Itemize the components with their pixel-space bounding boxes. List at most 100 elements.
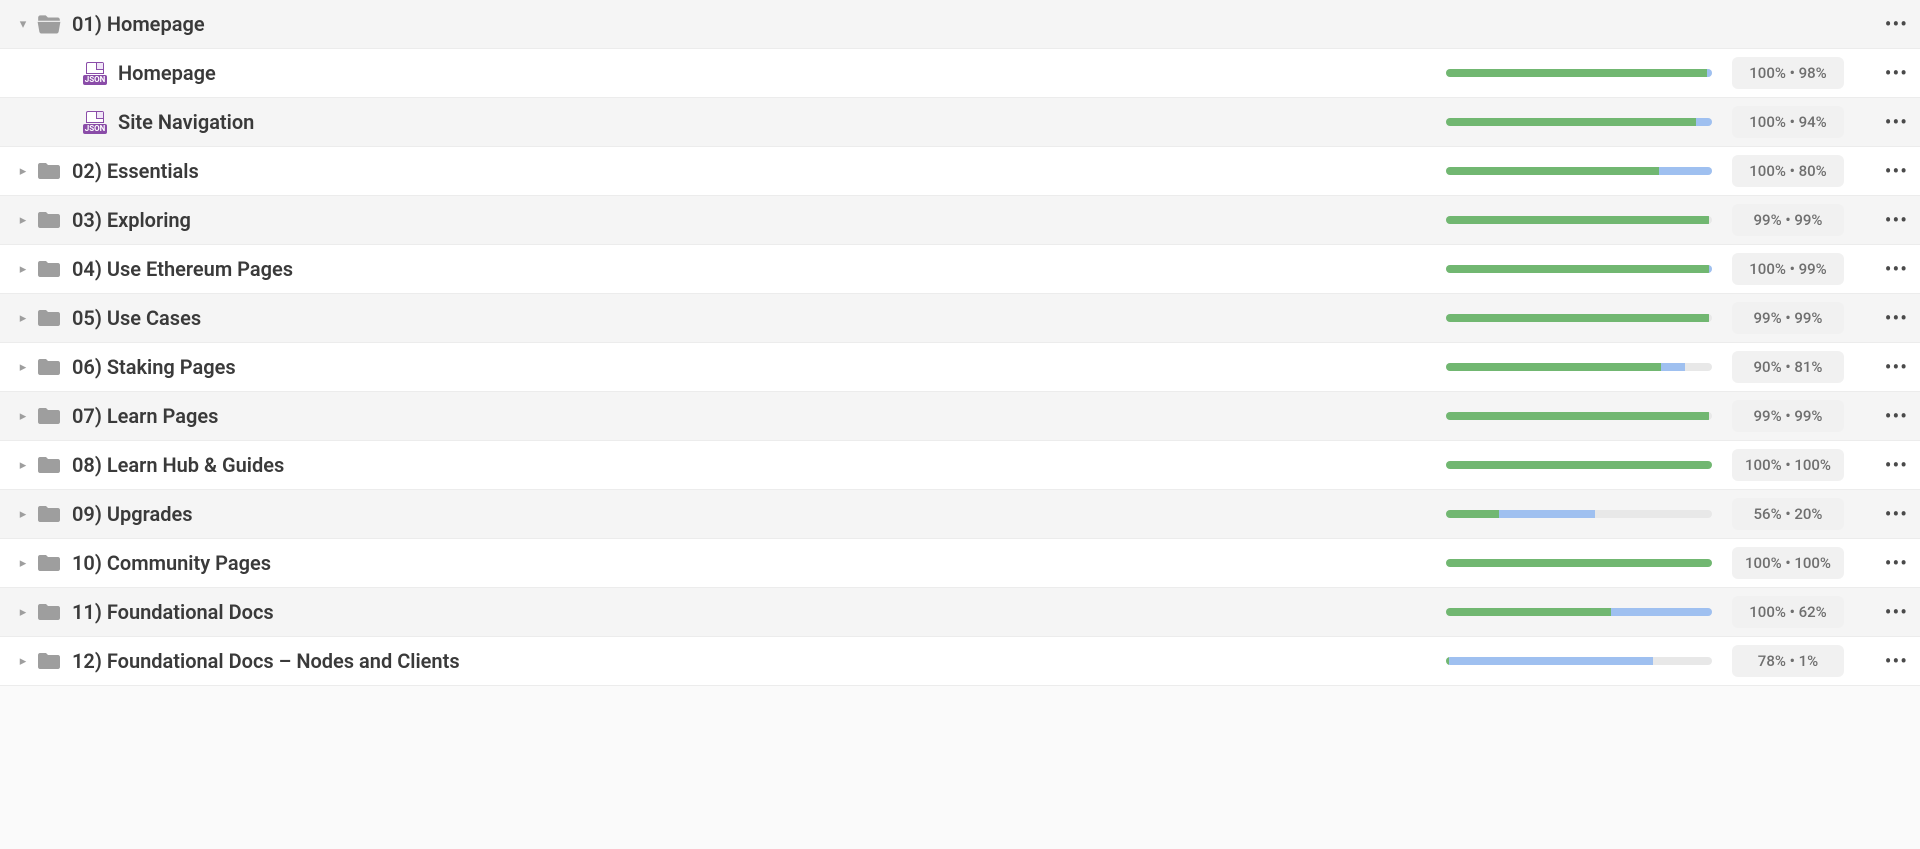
progress-translated: [1709, 265, 1712, 273]
progress-approved: [1446, 118, 1696, 126]
progress-badge: 99% • 99%: [1732, 204, 1844, 236]
progress-badge: 100% • 99%: [1732, 253, 1844, 285]
more-menu-icon[interactable]: •••: [1868, 110, 1908, 134]
more-menu-icon[interactable]: •••: [1868, 12, 1908, 36]
item-name[interactable]: 06) Staking Pages: [72, 355, 1446, 379]
progress-approved: [1446, 461, 1712, 469]
item-name[interactable]: 08) Learn Hub & Guides: [72, 453, 1446, 477]
progress-bar: [1446, 265, 1712, 273]
progress-bar: [1446, 314, 1712, 322]
progress-translated: [1659, 167, 1712, 175]
more-menu-icon[interactable]: •••: [1868, 306, 1908, 330]
chevron-right-icon[interactable]: ▸: [14, 507, 32, 522]
chevron-right-icon[interactable]: ▸: [14, 605, 32, 620]
progress-badge: 100% • 80%: [1732, 155, 1844, 187]
folder-row[interactable]: ▸07) Learn Pages99% • 99%•••: [0, 392, 1920, 441]
folder-icon: [36, 210, 62, 230]
more-menu-icon[interactable]: •••: [1868, 502, 1908, 526]
progress-bar: [1446, 412, 1712, 420]
more-menu-icon[interactable]: •••: [1868, 453, 1908, 477]
progress-approved: [1446, 216, 1709, 224]
progress-bar: [1446, 216, 1712, 224]
progress-badge: 99% • 99%: [1732, 302, 1844, 334]
item-name[interactable]: 09) Upgrades: [72, 502, 1446, 526]
folder-icon: [36, 651, 62, 671]
more-menu-icon[interactable]: •••: [1868, 404, 1908, 428]
item-name[interactable]: 05) Use Cases: [72, 306, 1446, 330]
progress-badge: 56% • 20%: [1732, 498, 1844, 530]
item-name[interactable]: Site Navigation: [118, 110, 1446, 134]
progress-approved: [1446, 265, 1709, 273]
folder-icon: [36, 161, 62, 181]
progress-translated: [1661, 363, 1685, 371]
progress-badge: 100% • 98%: [1732, 57, 1844, 89]
more-menu-icon[interactable]: •••: [1868, 208, 1908, 232]
folder-icon: [36, 308, 62, 328]
more-menu-icon[interactable]: •••: [1868, 257, 1908, 281]
folder-row[interactable]: ▸ 05) Use Cases 99% • 99% •••: [0, 294, 1920, 343]
chevron-right-icon[interactable]: ▸: [14, 409, 32, 424]
folder-row[interactable]: ▸ 06) Staking Pages 90% • 81% •••: [0, 343, 1920, 392]
progress-bar: [1446, 608, 1712, 616]
progress-approved: [1446, 412, 1709, 420]
folder-row[interactable]: ▸ 12) Foundational Docs – Nodes and Clien…: [0, 637, 1920, 686]
chevron-right-icon[interactable]: ▸: [14, 213, 32, 228]
folder-icon: [36, 259, 62, 279]
file-row[interactable]: JSON Homepage 100% • 98% •••: [0, 49, 1920, 98]
progress-badge: 78% • 1%: [1732, 645, 1844, 677]
folder-icon: [36, 406, 62, 426]
more-menu-icon[interactable]: •••: [1868, 61, 1908, 85]
more-menu-icon[interactable]: •••: [1868, 355, 1908, 379]
progress-badge: 100% • 100%: [1732, 547, 1844, 579]
folder-row[interactable]: ▸ 09) Upgrades 56% • 20% •••: [0, 490, 1920, 539]
more-menu-icon[interactable]: •••: [1868, 600, 1908, 624]
progress-translated: [1499, 510, 1595, 518]
file-row[interactable]: JSONSite Navigation100% • 94%•••: [0, 98, 1920, 147]
json-file-icon: JSON: [82, 60, 108, 86]
progress-translated: [1696, 118, 1712, 126]
item-name[interactable]: 02) Essentials: [72, 159, 1446, 183]
folder-row[interactable]: ▸ 03) Exploring 99% • 99% •••: [0, 196, 1920, 245]
item-name[interactable]: 01) Homepage: [72, 12, 1446, 36]
item-name[interactable]: 11) Foundational Docs: [72, 600, 1446, 624]
chevron-right-icon[interactable]: ▸: [14, 360, 32, 375]
progress-translated: [1707, 69, 1712, 77]
more-menu-icon[interactable]: •••: [1868, 649, 1908, 673]
progress-bar: [1446, 510, 1712, 518]
item-name[interactable]: Homepage: [118, 61, 1446, 85]
item-name[interactable]: 10) Community Pages: [72, 551, 1446, 575]
chevron-down-icon[interactable]: ▾: [14, 17, 32, 32]
folder-icon: [36, 504, 62, 524]
progress-approved: [1446, 510, 1499, 518]
item-name[interactable]: 07) Learn Pages: [72, 404, 1446, 428]
folder-row[interactable]: ▸ 11) Foundational Docs 100% • 62% •••: [0, 588, 1920, 637]
progress-badge: 90% • 81%: [1732, 351, 1844, 383]
progress-approved: [1446, 314, 1709, 322]
folder-row[interactable]: ▸ 08) Learn Hub & Guides 100% • 100% •••: [0, 441, 1920, 490]
folder-row[interactable]: ▾ 01) Homepage •••: [0, 0, 1920, 49]
folder-row[interactable]: ▸ 04) Use Ethereum Pages 100% • 99% •••: [0, 245, 1920, 294]
progress-badge: 100% • 100%: [1732, 449, 1844, 481]
chevron-right-icon[interactable]: ▸: [14, 458, 32, 473]
chevron-right-icon[interactable]: ▸: [14, 164, 32, 179]
item-name[interactable]: 12) Foundational Docs – Nodes and Client…: [72, 649, 1446, 673]
translation-tree: ▾ 01) Homepage ••• JSON Homepage 100% • 98% ••…: [0, 0, 1920, 686]
chevron-right-icon[interactable]: ▸: [14, 654, 32, 669]
progress-approved: [1446, 363, 1661, 371]
progress-translated: [1449, 657, 1654, 665]
progress-badge: 100% • 62%: [1732, 596, 1844, 628]
folder-row[interactable]: ▸ 10) Community Pages 100% • 100% •••: [0, 539, 1920, 588]
chevron-right-icon[interactable]: ▸: [14, 556, 32, 571]
item-name[interactable]: 03) Exploring: [72, 208, 1446, 232]
progress-badge: 100% • 94%: [1732, 106, 1844, 138]
progress-approved: [1446, 608, 1611, 616]
item-name[interactable]: 04) Use Ethereum Pages: [72, 257, 1446, 281]
more-menu-icon[interactable]: •••: [1868, 159, 1908, 183]
more-menu-icon[interactable]: •••: [1868, 551, 1908, 575]
progress-bar: [1446, 657, 1712, 665]
progress-approved: [1446, 559, 1712, 567]
chevron-right-icon[interactable]: ▸: [14, 311, 32, 326]
chevron-right-icon[interactable]: ▸: [14, 262, 32, 277]
folder-row[interactable]: ▸ 02) Essentials 100% • 80% •••: [0, 147, 1920, 196]
folder-icon: [36, 455, 62, 475]
